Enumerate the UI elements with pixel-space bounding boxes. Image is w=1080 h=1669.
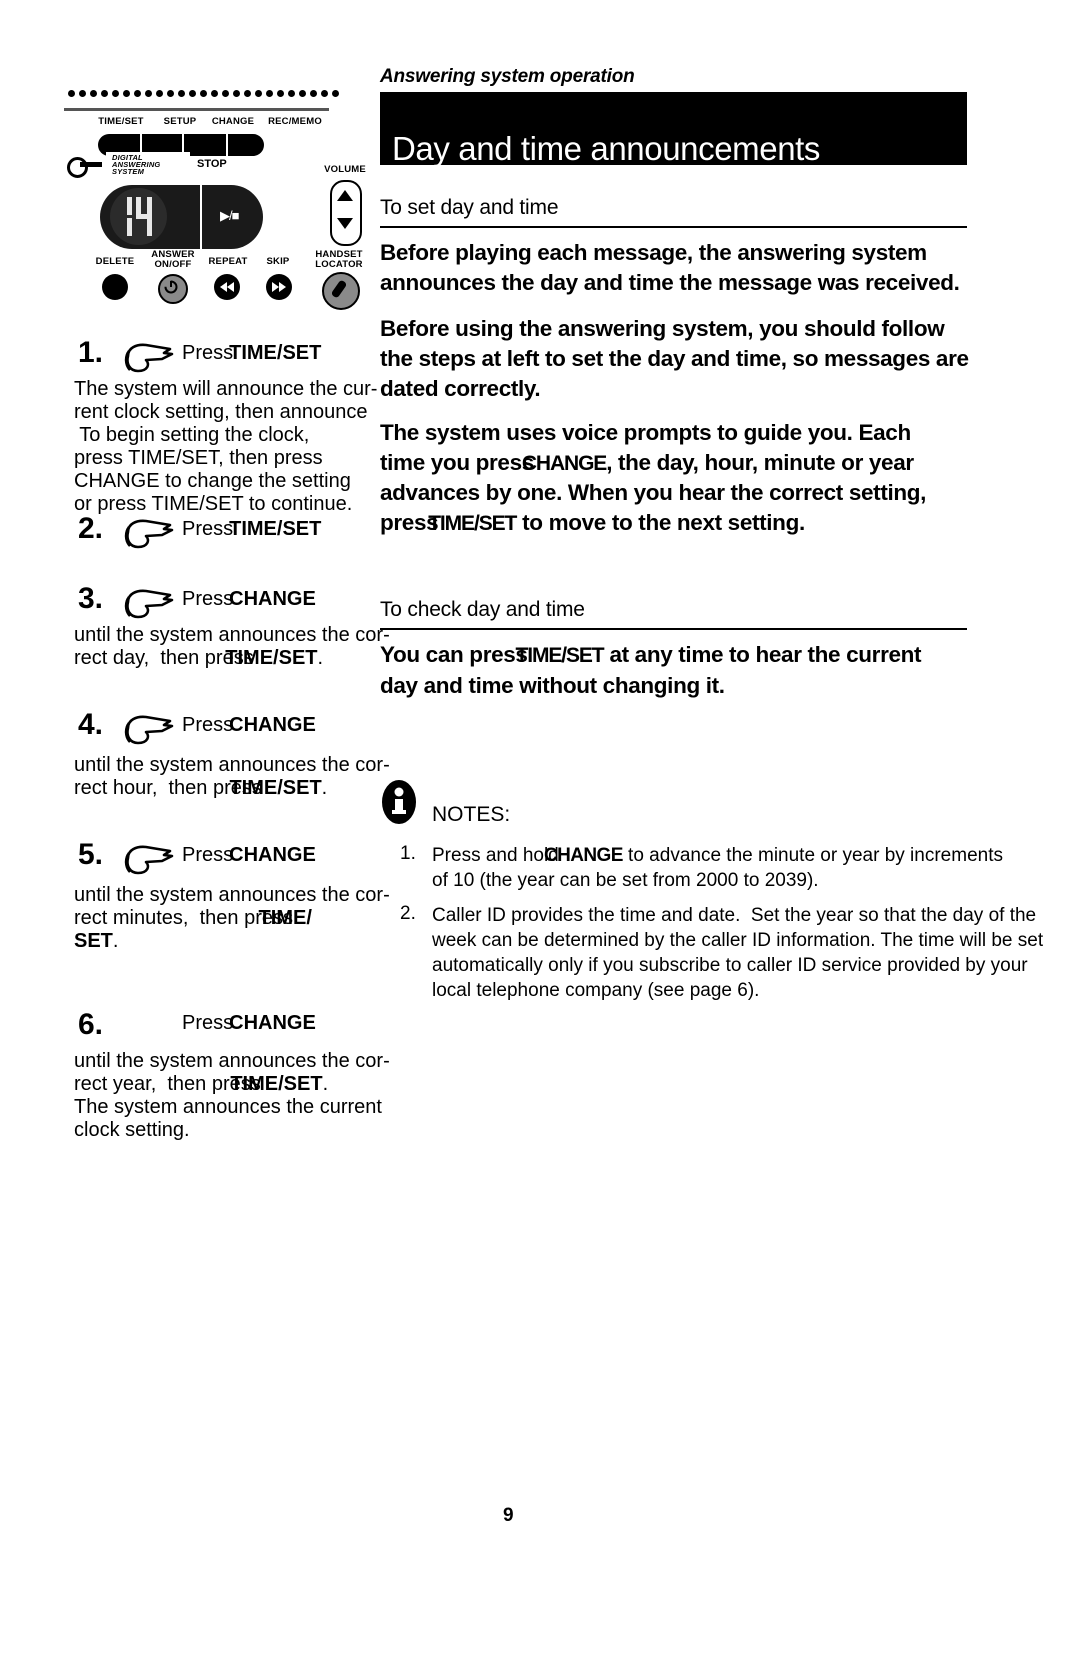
triangle-down-icon — [337, 218, 353, 229]
note-item-1: Press and hold CHANGE to advance the min… — [432, 843, 1003, 893]
step-1-key: TIME/SET — [229, 342, 322, 364]
paragraph-check-day-time: You can press TIME/SET at any time to he… — [380, 640, 922, 701]
step-6-body: until the system announces the cor- rect… — [74, 1050, 390, 1142]
prompt-line2-pre: time you press — [380, 450, 540, 475]
step-2-press-label: PressTIME/SET — [182, 518, 321, 541]
pointing-hand-icon — [120, 342, 178, 374]
step-4-key: CHANGE — [229, 714, 316, 736]
running-head: Answering system operation — [380, 66, 635, 87]
note-number-2: 2. — [400, 903, 416, 924]
press-word-5: Press — [182, 844, 234, 866]
handset-hook-icon — [67, 157, 88, 178]
paragraph-voice-prompts-line2: time you press CHANGE, the day, hour, mi… — [380, 448, 914, 479]
device-key-label-repeat: REPEAT — [208, 256, 248, 267]
manual-page: TIME/SET SETUP CHANGE REC/MEMO DIGITAL A… — [0, 0, 1080, 1669]
page-number: 9 — [503, 1505, 514, 1526]
press-word-6: Press — [182, 1012, 234, 1034]
paragraph-announce-day-time: Before playing each message, the answeri… — [380, 240, 960, 295]
power-icon — [158, 274, 188, 304]
device-illustration: TIME/SET SETUP CHANGE REC/MEMO DIGITAL A… — [60, 84, 385, 324]
step-3-body-key: TIME/SET — [225, 647, 318, 669]
step-number-1: 1. — [78, 336, 104, 369]
step-1-press-label: PressTIME/SET — [182, 342, 321, 365]
step-4-body: until the system announces the cor- rect… — [74, 754, 390, 800]
check-pre: You can press — [380, 642, 534, 667]
banner-title: Day and time announcements — [392, 130, 821, 167]
paragraph-voice-prompts-line3: advances by one. When you hear the corre… — [380, 480, 927, 505]
device-key-label-handset-locator: HANDSET LOCATOR — [315, 249, 363, 270]
step-5-body-pre: until the system announces the cor- rect… — [74, 884, 390, 929]
step-2-key: TIME/SET — [229, 518, 322, 540]
step-3-press-label: PressCHANGE — [182, 588, 316, 611]
rewind-icon — [214, 274, 240, 300]
key-change-note1: CHANGE — [544, 845, 623, 866]
paragraph-set-day-time-a: Before using the answering system, you s… — [380, 316, 969, 371]
handset-icon — [322, 272, 360, 310]
heading-rule-1 — [380, 226, 967, 228]
step-3-body: until the system announces the cor- rect… — [74, 624, 390, 670]
device-key-label-delete: DELETE — [95, 256, 135, 267]
note-item-2: Caller ID provides the time and date. Se… — [432, 905, 1044, 1001]
step-4-press-label: PressCHANGE — [182, 714, 316, 737]
step-number-2: 2. — [78, 512, 104, 545]
perforation-dots — [68, 90, 339, 98]
step-number-6: 6. — [78, 1008, 104, 1041]
press-word-1: Press — [182, 342, 234, 364]
paragraph-voice-prompts-line4: press TIME/SET to move to the next setti… — [380, 508, 805, 539]
key-change-inline: CHANGE — [521, 452, 608, 475]
paragraph-set-day-time-b: dated correctly. — [380, 376, 541, 401]
press-word-3: Press — [182, 588, 234, 610]
pointing-hand-icon — [120, 844, 178, 876]
step-4-body-key: TIME/SET — [229, 777, 322, 799]
step-1-body: The system will announce the cur- rent c… — [74, 378, 378, 515]
device-key-label-time-set: TIME/SET — [98, 116, 144, 127]
note-number-1: 1. — [400, 843, 416, 864]
brand-line-3: SYSTEM — [112, 167, 145, 176]
step-3-key: CHANGE — [229, 588, 316, 610]
handset-hook-bar — [80, 162, 102, 167]
device-key-label-rec-memo: REC/MEMO — [268, 116, 322, 127]
key-time-set-check: TIME/SET — [515, 644, 605, 667]
device-key-label-change: CHANGE — [211, 116, 255, 127]
heading-to-check-day-and-time: To check day and time — [380, 598, 585, 621]
step-6-body-key: TIME/SET — [230, 1073, 323, 1095]
prompt-line4-post: to move to the next setting. — [516, 510, 805, 535]
notes-label: NOTES: — [432, 803, 511, 826]
step-6-key: CHANGE — [229, 1012, 316, 1034]
step-5-key: CHANGE — [229, 844, 316, 866]
key-time-set-inline: TIME/SET — [428, 512, 517, 535]
paragraph-voice-prompts-line1: The system uses voice prompts to guide y… — [380, 420, 911, 445]
step-3-body-post: . — [317, 647, 324, 669]
device-display — [110, 188, 167, 245]
device-top-edge — [64, 108, 329, 111]
step-number-4: 4. — [78, 708, 104, 741]
play-stop-icon: ▶/■ — [220, 208, 239, 223]
step-5-body-post: . — [112, 930, 119, 952]
blank-round-button-icon — [102, 274, 128, 300]
step-6-press-label: PressCHANGE — [182, 1012, 316, 1035]
prompt-line2-post: , the day, hour, minute or year — [606, 450, 914, 475]
device-key-label-setup: SETUP — [163, 116, 197, 127]
device-key-label-answer-onoff: ANSWER ON/OFF — [151, 249, 195, 270]
pointing-hand-icon — [120, 588, 178, 620]
triangle-up-icon — [337, 190, 353, 201]
step-5-body: until the system announces the cor- rect… — [74, 884, 390, 953]
fast-forward-icon — [266, 274, 292, 300]
heading-rule-2 — [380, 628, 967, 630]
step-4-body-post: . — [321, 777, 328, 799]
step-5-press-label: PressCHANGE — [182, 844, 316, 867]
pointing-hand-icon — [120, 518, 178, 550]
device-key-label-skip: SKIP — [266, 256, 290, 267]
step-number-5: 5. — [78, 838, 104, 871]
device-key-label-stop: STOP — [197, 158, 227, 170]
step-number-3: 3. — [78, 582, 104, 615]
device-volume-label: VOLUME — [324, 164, 366, 175]
press-word-2: Press — [182, 518, 234, 540]
press-word-4: Press — [182, 714, 234, 736]
device-panel-divider — [200, 185, 202, 249]
heading-to-set-day-and-time: To set day and time — [380, 196, 559, 219]
pointing-hand-icon — [120, 714, 178, 746]
